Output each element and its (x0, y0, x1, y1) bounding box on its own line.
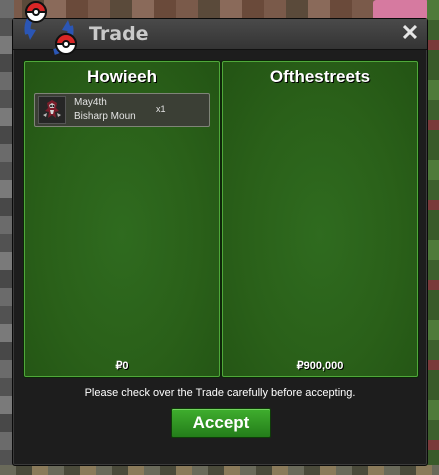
money-offer-left: ₽0 (115, 360, 129, 372)
item-nickname: May4th (74, 97, 107, 108)
player-name-left: Howieeh (87, 67, 157, 86)
item-quantity: x1 (156, 104, 166, 114)
player-offer-panel-right: Ofthestreets ₽900,000 (222, 61, 418, 377)
pokemon-icon (38, 96, 66, 124)
background-tiles-bottom (0, 465, 439, 475)
trade-warning-text: Please check over the Trade carefully be… (84, 387, 356, 399)
background-tiles-right (427, 0, 439, 475)
accept-button[interactable]: Accept (171, 408, 271, 438)
trade-pokeballs-icon (18, 0, 80, 60)
player-name-right: Ofthestreets (269, 67, 371, 86)
trade-window: Trade ✕ Howieeh May4th Bisharp Moun x1 ₽… (12, 18, 428, 466)
item-species: Bisharp Moun (74, 111, 136, 122)
player-offer-panel-left: Howieeh May4th Bisharp Moun x1 ₽0 (24, 61, 220, 377)
trade-item-slot[interactable]: May4th Bisharp Moun x1 (34, 93, 210, 127)
money-offer-right: ₽900,000 (296, 360, 344, 372)
close-icon[interactable]: ✕ (399, 22, 421, 44)
window-title: Trade (89, 23, 149, 45)
